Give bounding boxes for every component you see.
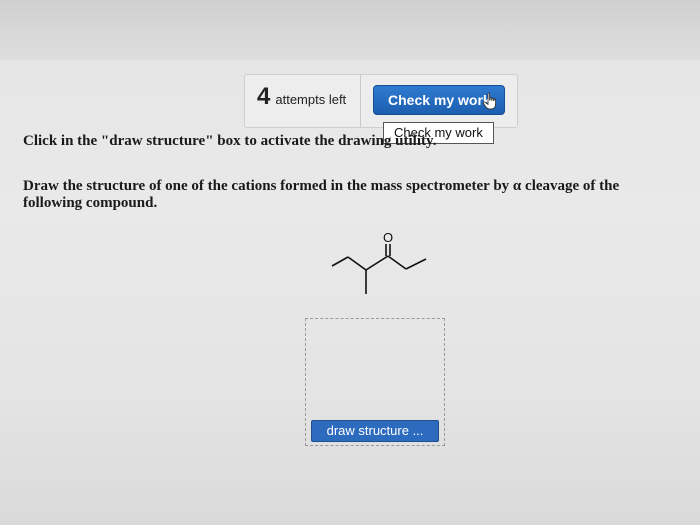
top-band [0, 0, 700, 60]
attempts-label: attempts left [275, 92, 347, 107]
bond-c5-c6 [405, 258, 427, 270]
bond-c3-carbonyl [365, 255, 389, 271]
check-my-work-button[interactable]: Check my work [373, 85, 505, 115]
oxygen-atom-label: O [383, 230, 393, 245]
hand-pointer-icon [482, 92, 496, 110]
toolbar: 4 attempts left Check my work [244, 74, 518, 128]
bond-c2-c3 [347, 256, 367, 271]
instruction-text: Click in the "draw structure" box to act… [23, 133, 437, 149]
bond-c1-c2 [331, 256, 349, 267]
question-text: Draw the structure of one of the cations… [23, 178, 620, 211]
attempts-count: 4 [257, 83, 271, 110]
check-my-work-label: Check my work [388, 92, 491, 108]
draw-structure-button[interactable]: draw structure ... [311, 420, 439, 442]
molecule-structure: O [331, 230, 427, 294]
attempts-indicator: 4 attempts left [257, 83, 346, 111]
bond-carbonyl-c5 [387, 255, 407, 270]
toolbar-divider [360, 75, 361, 127]
